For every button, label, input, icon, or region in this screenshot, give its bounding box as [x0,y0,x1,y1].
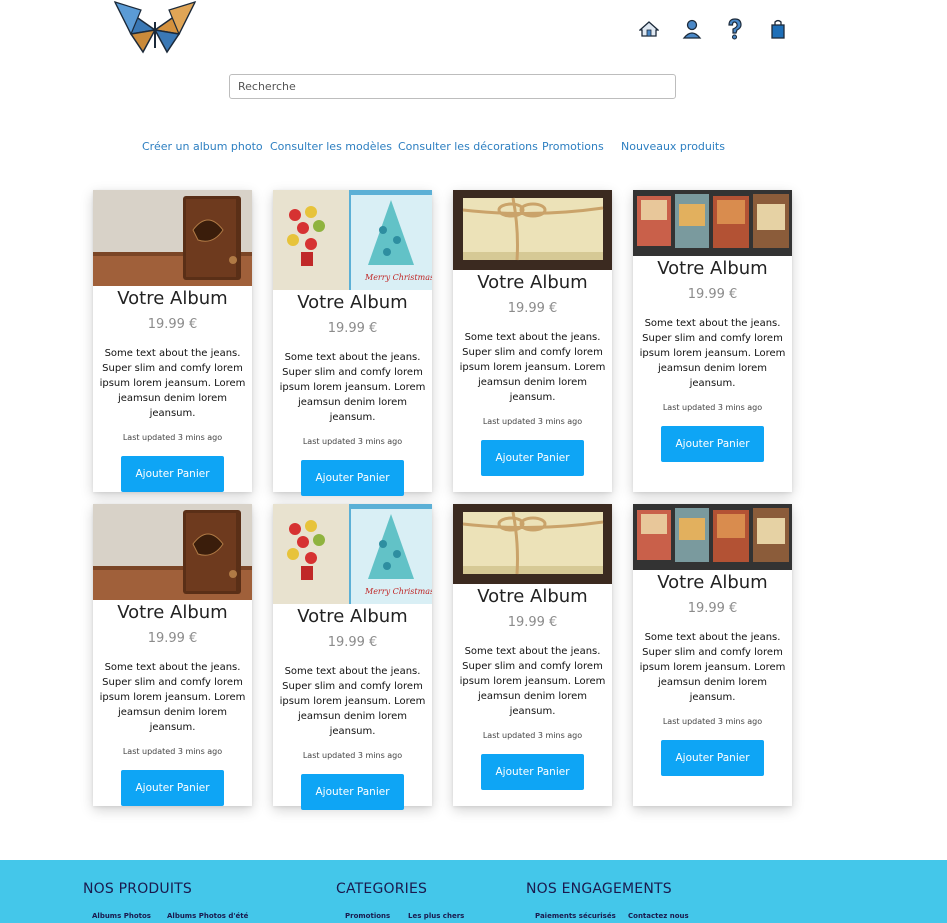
svg-text:Merry Christmas: Merry Christmas [364,273,432,282]
nav-decorations[interactable]: Consulter les décorations [398,140,538,153]
product-updated: Last updated 3 mins ago [122,433,223,442]
product-card: Merry Christmas Votre Album 19.99 € Some te… [273,504,432,810]
footer-heading-categories: CATEGORIES [336,881,428,897]
wooden-album-image[interactable] [93,190,252,286]
scrapbook-pages-image[interactable] [633,190,792,256]
shopping-bag-icon[interactable] [767,18,789,40]
add-to-cart-button[interactable]: Ajouter Panier [481,440,584,476]
add-to-cart-button[interactable]: Ajouter Panier [301,460,404,496]
product-card: Merry Christmas Votre Album 19.99 € Some te… [273,190,432,496]
product-title: Votre Album [477,272,588,293]
product-price: 19.99 € [147,317,198,332]
footer-link-most-expensive[interactable]: Les plus chers [408,912,464,920]
product-card: Votre Album 19.99 € Some text about the je… [93,504,252,806]
product-updated: Last updated 3 mins ago [482,417,583,426]
footer-link-albums[interactable]: Albums Photos [92,912,151,920]
product-description: Some text about the jeans. Super slim an… [639,632,786,703]
user-icon[interactable] [681,18,703,40]
product-description: Some text about the jeans. Super slim an… [459,646,606,717]
product-card: Votre Album 19.99 € Some text about the je… [633,504,792,806]
product-description: Some text about the jeans. Super slim an… [99,348,246,419]
header-icons [638,18,810,40]
add-to-cart-button[interactable]: Ajouter Panier [121,456,224,492]
add-to-cart-button[interactable]: Ajouter Panier [301,774,404,810]
product-updated: Last updated 3 mins ago [662,403,763,412]
wooden-album-image[interactable] [93,504,252,600]
footer-heading-products: NOS PRODUITS [83,881,193,897]
footer-link-secure-payments[interactable]: Paiements sécurisés [535,912,616,920]
product-title: Votre Album [657,572,768,593]
footer-link-contact[interactable]: Contactez nous [628,912,689,920]
product-updated: Last updated 3 mins ago [482,731,583,740]
product-price: 19.99 € [687,287,738,302]
product-description: Some text about the jeans. Super slim an… [99,662,246,733]
add-to-cart-button[interactable]: Ajouter Panier [661,426,764,462]
product-price: 19.99 € [327,321,378,336]
product-price: 19.99 € [507,615,558,630]
butterfly-logo[interactable] [113,0,197,54]
nav-create-album[interactable]: Créer un album photo [142,140,263,153]
product-title: Votre Album [477,586,588,607]
product-price: 19.99 € [687,601,738,616]
product-title: Votre Album [297,292,408,313]
footer-link-summer-albums[interactable]: Albums Photos d'été [167,912,248,920]
help-icon[interactable] [724,18,746,40]
product-card: Votre Album 19.99 € Some text about the je… [453,190,612,492]
product-updated: Last updated 3 mins ago [122,747,223,756]
christmas-cards-image[interactable]: Merry Christmas [273,190,432,290]
home-icon[interactable] [638,18,660,40]
product-description: Some text about the jeans. Super slim an… [279,352,426,423]
add-to-cart-button[interactable]: Ajouter Panier [661,740,764,776]
product-title: Votre Album [657,258,768,279]
twine-box-image[interactable] [453,504,612,584]
product-title: Votre Album [117,288,228,309]
product-title: Votre Album [117,602,228,623]
christmas-cards-image[interactable]: Merry Christmas [273,504,432,604]
nav-new-products[interactable]: Nouveaux produits [621,140,725,153]
nav-promotions[interactable]: Promotions [542,140,604,153]
product-card: Votre Album 19.99 € Some text about the je… [93,190,252,492]
product-card: Votre Album 19.99 € Some text about the je… [633,190,792,492]
nav-models[interactable]: Consulter les modèles [270,140,392,153]
product-price: 19.99 € [147,631,198,646]
product-description: Some text about the jeans. Super slim an… [279,666,426,737]
product-updated: Last updated 3 mins ago [662,717,763,726]
product-price: 19.99 € [327,635,378,650]
product-updated: Last updated 3 mins ago [302,751,403,760]
svg-text:Merry Christmas: Merry Christmas [364,587,432,596]
search-input[interactable] [229,74,676,99]
scrapbook-pages-image[interactable] [633,504,792,570]
footer-heading-engagements: NOS ENGAGEMENTS [526,881,672,897]
product-price: 19.99 € [507,301,558,316]
product-title: Votre Album [297,606,408,627]
footer-link-promotions[interactable]: Promotions [345,912,390,920]
footer: NOS PRODUITS CATEGORIES NOS ENGAGEMENTS … [0,860,947,923]
product-card: Votre Album 19.99 € Some text about the je… [453,504,612,806]
add-to-cart-button[interactable]: Ajouter Panier [121,770,224,806]
product-updated: Last updated 3 mins ago [302,437,403,446]
product-description: Some text about the jeans. Super slim an… [459,332,606,403]
add-to-cart-button[interactable]: Ajouter Panier [481,754,584,790]
product-description: Some text about the jeans. Super slim an… [639,318,786,389]
twine-box-image[interactable] [453,190,612,270]
